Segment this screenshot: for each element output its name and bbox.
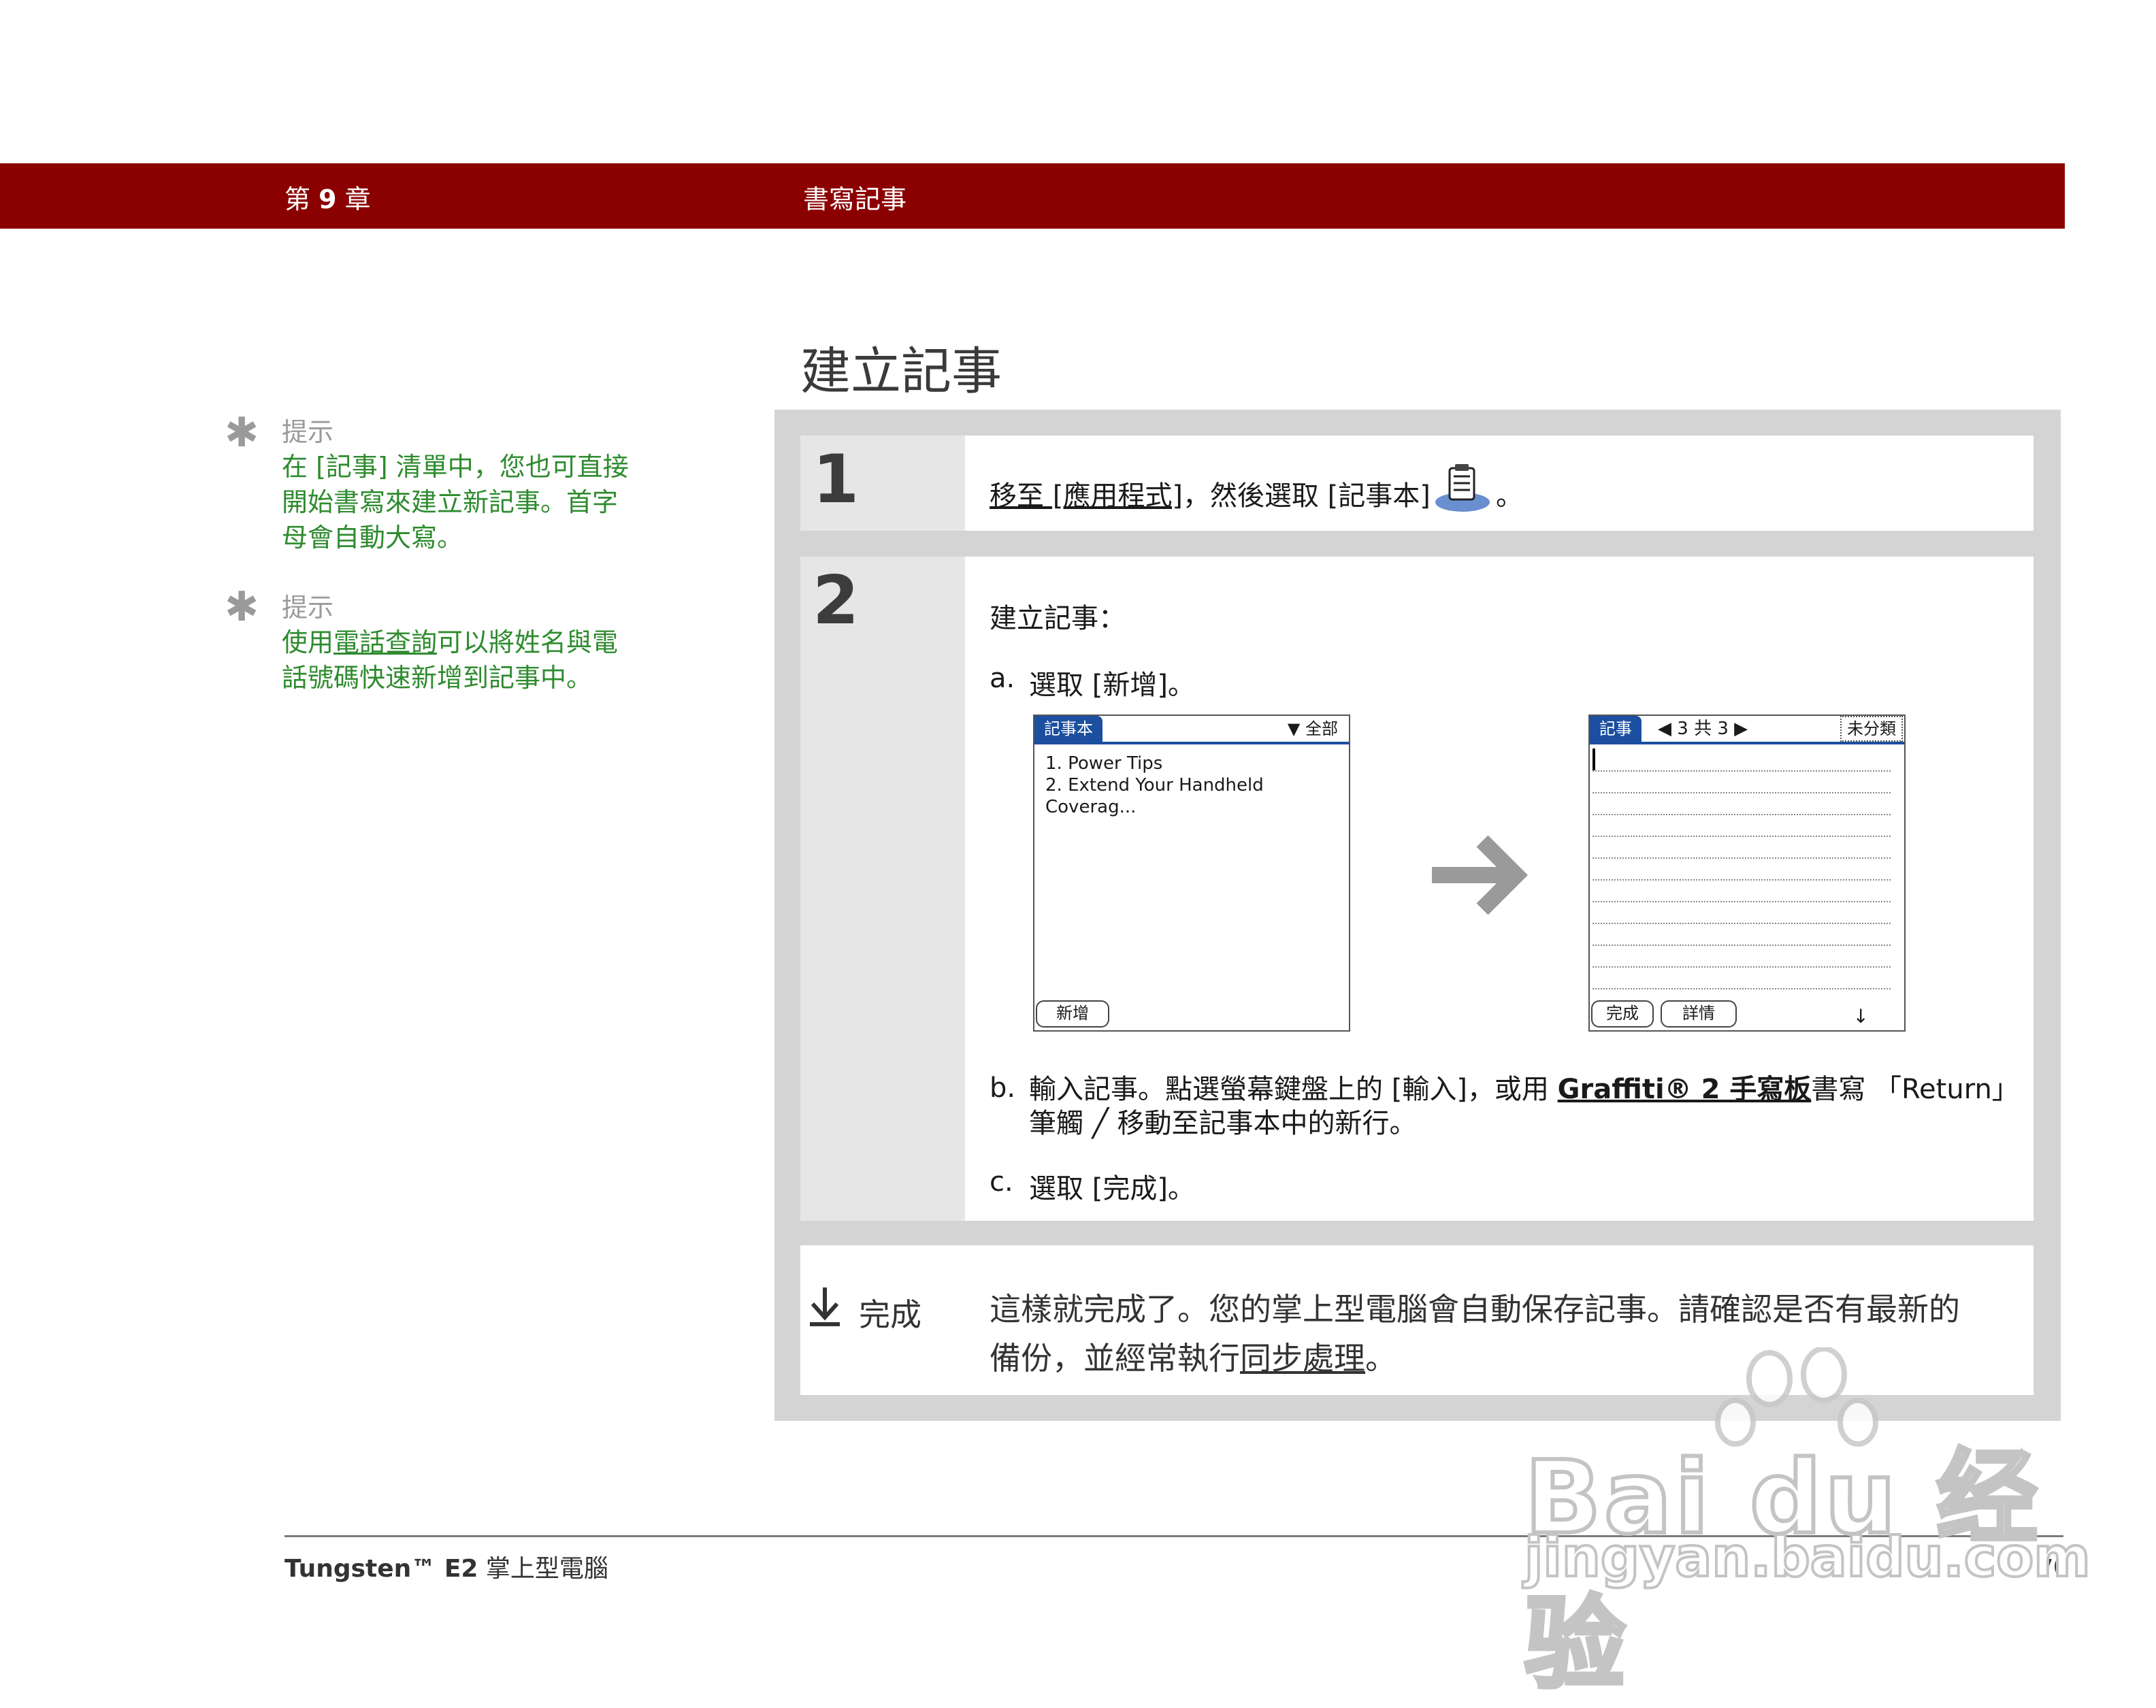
asterisk-icon: ✱ xyxy=(225,409,259,457)
triangle-left-icon[interactable]: ◀ xyxy=(1658,719,1671,739)
baidu-watermark: Bai du 经验 jingyan.baidu.com xyxy=(1522,1346,2092,1705)
done-button[interactable]: 完成 xyxy=(1591,1000,1654,1028)
tip-body: 在 [記事] 清單中，您也可直接開始書寫來建立新記事。首字母會自動大寫。 xyxy=(282,452,629,553)
list-item[interactable]: 1. Power Tips xyxy=(1045,753,1349,774)
scrollbar[interactable] xyxy=(1349,889,1354,913)
step-2a-text: 選取 [新增]。 xyxy=(1029,670,1195,701)
graffiti-2-link[interactable]: Graffiti® 2 手寫板 xyxy=(1558,1074,1812,1105)
asterisk-icon: ✱ xyxy=(225,583,259,631)
category-picker[interactable]: 未分類 xyxy=(1840,716,1903,742)
arrow-right-icon xyxy=(1426,827,1535,923)
sync-link[interactable]: 同步處理 xyxy=(1240,1340,1365,1377)
step-number: 2 xyxy=(813,562,860,640)
footer-product: Tungsten™ E2 掌上型電腦 xyxy=(284,1555,608,1583)
triangle-right-icon[interactable]: ▶ xyxy=(1734,719,1748,739)
new-button[interactable]: 新增 xyxy=(1036,1000,1109,1028)
memo-pad-tab: 記事本 xyxy=(1034,716,1102,742)
list-item[interactable]: 2. Extend Your Handheld Coverag... xyxy=(1045,774,1349,818)
memo-edit-screen: 記事 ◀ 3 共 3 ▶ 未分類 完成 詳情 ↓ xyxy=(1588,715,1906,1032)
step-2-intro: 建立記事： xyxy=(990,603,1126,634)
section-title: 書寫記事 xyxy=(803,184,907,214)
watermark-url: jingyan.baidu.com xyxy=(1523,1524,2092,1590)
step-2: 2 建立記事： a. 選取 [新增]。 記事本 ▼ 全部 1. Power Ti… xyxy=(800,557,2034,1221)
memo-tab: 記事 xyxy=(1590,716,1642,742)
memo-list-screen: 記事本 ▼ 全部 1. Power Tips 2. Extend Your Ha… xyxy=(1033,715,1350,1032)
tip-label: 提示 xyxy=(282,417,334,447)
chapter-label: 第 9 章 xyxy=(284,184,371,214)
memo-counter: ◀ 3 共 3 ▶ xyxy=(1658,719,1748,739)
memo-pad-icon xyxy=(1433,463,1492,514)
text-cursor xyxy=(1592,749,1595,770)
go-to-applications-link[interactable]: 移至 [應用程式] xyxy=(990,480,1183,512)
done-label: 完成 xyxy=(859,1296,921,1333)
graffiti-shift-indicator-icon: ↓ xyxy=(1852,1005,1869,1028)
step-2c-text: 選取 [完成]。 xyxy=(1029,1173,1195,1204)
download-arrow-icon xyxy=(808,1285,841,1328)
tip-label: 提示 xyxy=(282,593,334,623)
step-1: 1 移至 [應用程式]，然後選取 [記事本] 。 xyxy=(800,436,2034,531)
return-stroke-icon: ╱ xyxy=(1092,1108,1109,1139)
tip-body: 使用電話查詢可以將姓名與電話號碼快速新增到記事中。 xyxy=(282,627,619,693)
memo-items: 1. Power Tips 2. Extend Your Handheld Co… xyxy=(1045,753,1349,818)
category-picker[interactable]: ▼ 全部 xyxy=(1288,717,1338,740)
triangle-down-icon: ▼ xyxy=(1287,719,1301,738)
step-1-text: 移至 [應用程式]，然後選取 [記事本] xyxy=(990,480,1431,512)
page-title: 建立記事 xyxy=(800,342,1002,401)
step-2b-text: 輸入記事。點選螢幕鍵盤上的 [輸入]，或用 Graffiti® 2 手寫板書寫 … xyxy=(1029,1074,2019,1139)
details-button[interactable]: 詳情 xyxy=(1661,1000,1737,1028)
phone-lookup-link[interactable]: 電話查詢 xyxy=(333,627,437,657)
step-number: 1 xyxy=(813,441,860,519)
